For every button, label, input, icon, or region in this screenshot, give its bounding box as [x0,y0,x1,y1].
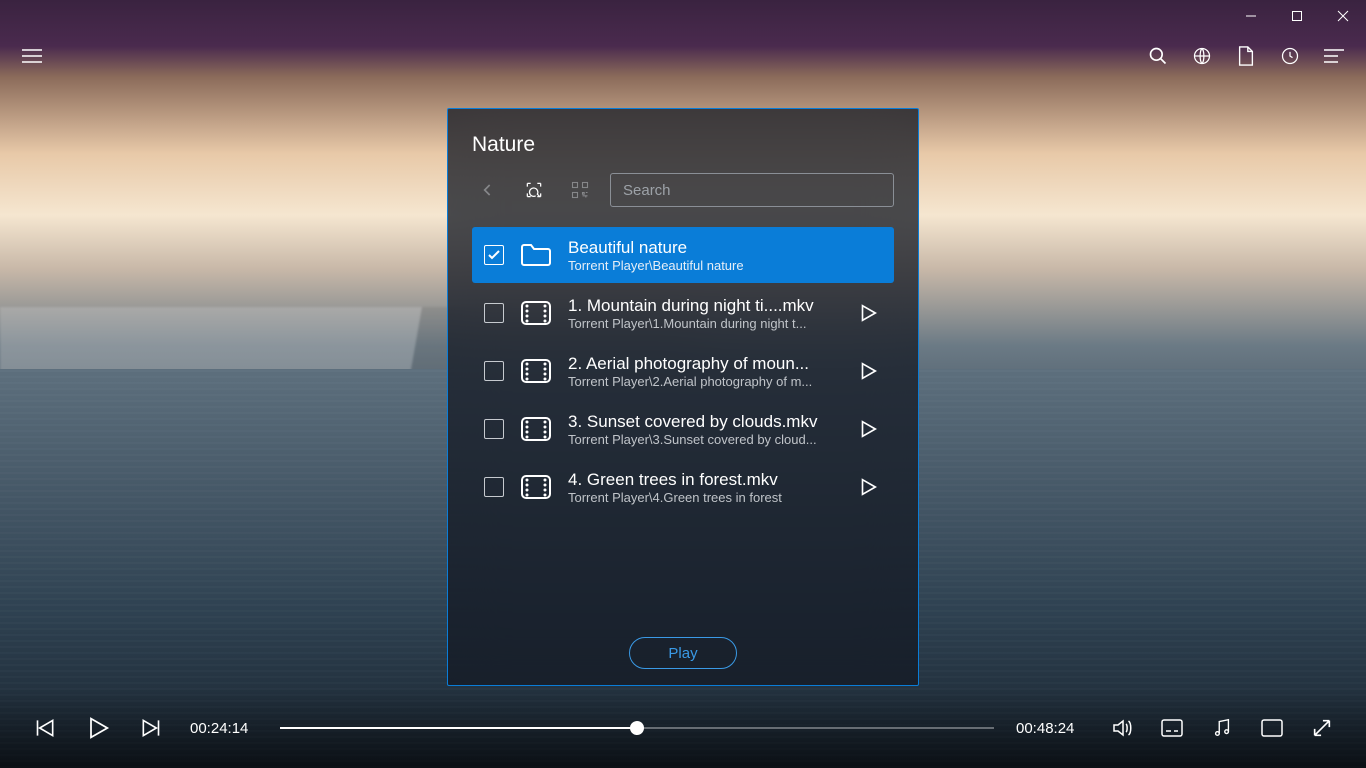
maximize-button[interactable] [1274,0,1320,32]
top-toolbar [0,32,1366,80]
video-item[interactable]: 1. Mountain during night ti....mkvTorren… [472,285,894,341]
item-play-button[interactable] [854,299,882,327]
panel-toolbar [448,173,918,227]
file-icon[interactable] [1226,36,1266,76]
back-button[interactable] [472,174,504,206]
play-button[interactable]: Play [629,637,737,669]
next-button[interactable] [136,712,168,744]
globe-icon[interactable] [1182,36,1222,76]
close-button[interactable] [1320,0,1366,32]
item-subtitle: Torrent Player\Beautiful nature [568,258,882,273]
pip-button[interactable] [1256,712,1288,744]
video-item[interactable]: 3. Sunset covered by clouds.mkvTorrent P… [472,401,894,457]
item-play-button[interactable] [854,473,882,501]
video-item[interactable]: 2. Aerial photography of moun...Torrent … [472,343,894,399]
minimize-button[interactable] [1228,0,1274,32]
qr-icon[interactable] [564,174,596,206]
folder-icon [518,237,554,273]
video-file-icon [518,353,554,389]
fullscreen-button[interactable] [1306,712,1338,744]
total-time: 00:48:24 [1016,720,1084,737]
item-subtitle: Torrent Player\3.Sunset covered by cloud… [568,432,840,447]
search-input[interactable] [610,173,894,207]
video-file-icon [518,469,554,505]
previous-button[interactable] [28,712,60,744]
history-icon[interactable] [1270,36,1310,76]
item-play-button[interactable] [854,415,882,443]
checkbox[interactable] [484,361,504,381]
folder-item[interactable]: Beautiful natureTorrent Player\Beautiful… [472,227,894,283]
panel-title: Nature [448,133,918,173]
checkbox[interactable] [484,419,504,439]
item-play-button[interactable] [854,357,882,385]
subtitles-button[interactable] [1156,712,1188,744]
menu-button[interactable] [12,36,52,76]
window-titlebar [0,0,1366,32]
item-subtitle: Torrent Player\2.Aerial photography of m… [568,374,840,389]
item-title: 4. Green trees in forest.mkv [568,470,840,490]
progress-bar[interactable] [280,727,994,729]
item-title: Beautiful nature [568,238,882,258]
audio-track-button[interactable] [1206,712,1238,744]
item-subtitle: Torrent Player\4.Green trees in forest [568,490,840,505]
checkbox[interactable] [484,303,504,323]
current-time: 00:24:14 [190,720,258,737]
checkbox[interactable] [484,477,504,497]
playlist-panel: Nature Beautiful natureTorrent Player\Be… [447,108,919,686]
video-item[interactable]: 4. Green trees in forest.mkvTorrent Play… [472,459,894,515]
playlist-list: Beautiful natureTorrent Player\Beautiful… [448,227,918,625]
checkbox[interactable] [484,245,504,265]
item-title: 2. Aerial photography of moun... [568,354,840,374]
item-title: 1. Mountain during night ti....mkv [568,296,840,316]
search-icon[interactable] [1138,36,1178,76]
play-pause-button[interactable] [82,712,114,744]
playlist-icon[interactable] [1314,36,1354,76]
item-title: 3. Sunset covered by clouds.mkv [568,412,840,432]
scan-icon[interactable] [518,174,550,206]
item-subtitle: Torrent Player\1.Mountain during night t… [568,316,840,331]
video-file-icon [518,295,554,331]
video-file-icon [518,411,554,447]
player-controls: 00:24:14 00:48:24 [0,688,1366,768]
volume-button[interactable] [1106,712,1138,744]
